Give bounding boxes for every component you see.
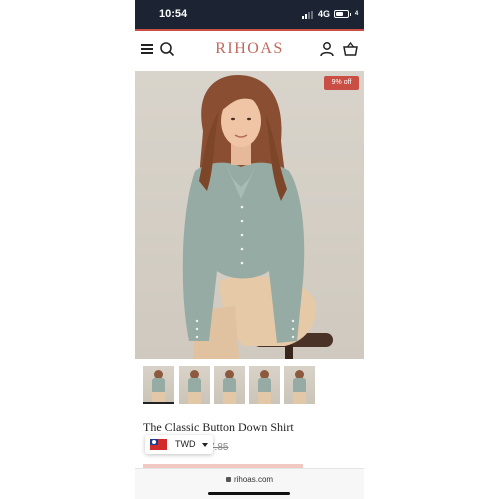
caret-down-icon	[202, 443, 208, 447]
thumbnail-1[interactable]	[143, 366, 174, 404]
battery-icon	[334, 10, 351, 18]
home-indicator[interactable]	[208, 492, 290, 495]
thumbnail-2[interactable]	[179, 366, 210, 404]
product-title: The Classic Button Down Shirt	[143, 420, 294, 434]
thumbnail-strip	[143, 366, 358, 406]
lock-icon	[225, 477, 231, 482]
account-icon[interactable]	[319, 41, 335, 57]
model-photo	[182, 75, 333, 359]
cart-icon[interactable]	[342, 41, 359, 57]
thumbnail-4[interactable]	[249, 366, 280, 404]
taiwan-flag-icon	[150, 439, 167, 450]
product-main-image[interactable]	[135, 71, 364, 359]
site-header: RIHOAS	[135, 31, 364, 69]
thumbnail-3[interactable]	[214, 366, 245, 404]
phone-screen: 10:54 4G RIHOAS 4 9% off The Classic But…	[135, 0, 364, 499]
cart-count-badge: 4	[352, 10, 361, 19]
network-type: 4G	[318, 9, 331, 19]
status-bar: 10:54 4G	[135, 0, 364, 29]
currency-code: TWD	[175, 439, 196, 449]
url-label: rihoas.com	[233, 475, 274, 484]
currency-selector[interactable]: TWD	[145, 435, 213, 454]
signal-icon	[302, 11, 316, 19]
discount-badge: 9% off	[324, 76, 359, 90]
url-text[interactable]: rihoas.com	[135, 475, 364, 484]
browser-address-bar[interactable]: rihoas.com	[135, 468, 364, 499]
thumbnail-5[interactable]	[284, 366, 315, 404]
status-time: 10:54	[159, 8, 188, 20]
